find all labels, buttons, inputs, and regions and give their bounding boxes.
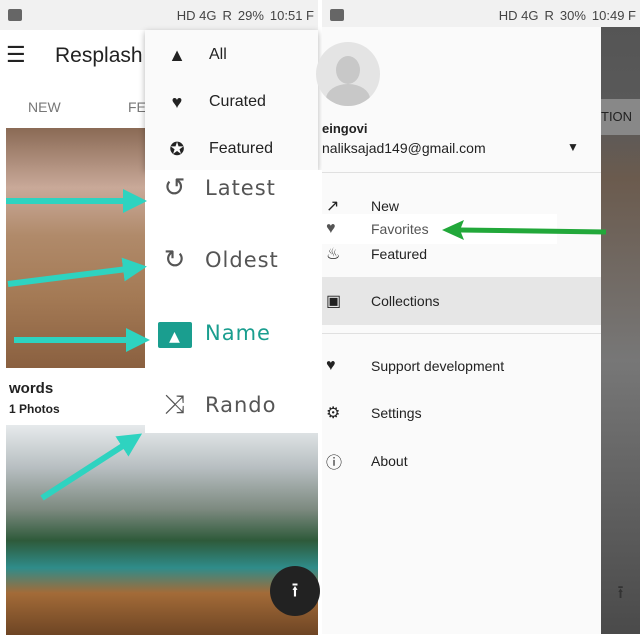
gear-icon: ⚙ [326, 405, 341, 422]
tab-collections-fragment: TION [601, 99, 640, 135]
label: New [371, 198, 400, 214]
heart-icon: ♥ [326, 357, 336, 374]
arrow-random [40, 433, 143, 501]
annotation-arrows [6, 189, 150, 501]
label: Featured [371, 246, 428, 262]
nav-settings[interactable]: ⚙ Settings [322, 393, 601, 433]
nav-list: ↗ New ♥ Favorites ♨ Featured ▣ Collections ♥… [322, 0, 601, 640]
fire-icon: ♨ [326, 246, 341, 263]
label: Collections [371, 293, 440, 309]
nav-about[interactable]: ⓘ About [322, 441, 601, 481]
nav-support[interactable]: ♥ Support development [322, 346, 601, 386]
upload-icon: ⭱ [617, 582, 624, 602]
scrim[interactable]: TION [601, 27, 640, 634]
nav-collections[interactable]: ▣ Collections [322, 277, 601, 325]
divider [322, 333, 601, 334]
arrow-oldest [7, 257, 147, 287]
trending-icon: ↗ [326, 198, 340, 215]
info-icon: ⓘ [326, 455, 343, 472]
label: Settings [371, 405, 422, 421]
annotation-arrow-green [442, 220, 607, 240]
collections-icon: ▣ [326, 293, 342, 310]
label: Support development [371, 358, 505, 374]
label: About [371, 453, 408, 469]
